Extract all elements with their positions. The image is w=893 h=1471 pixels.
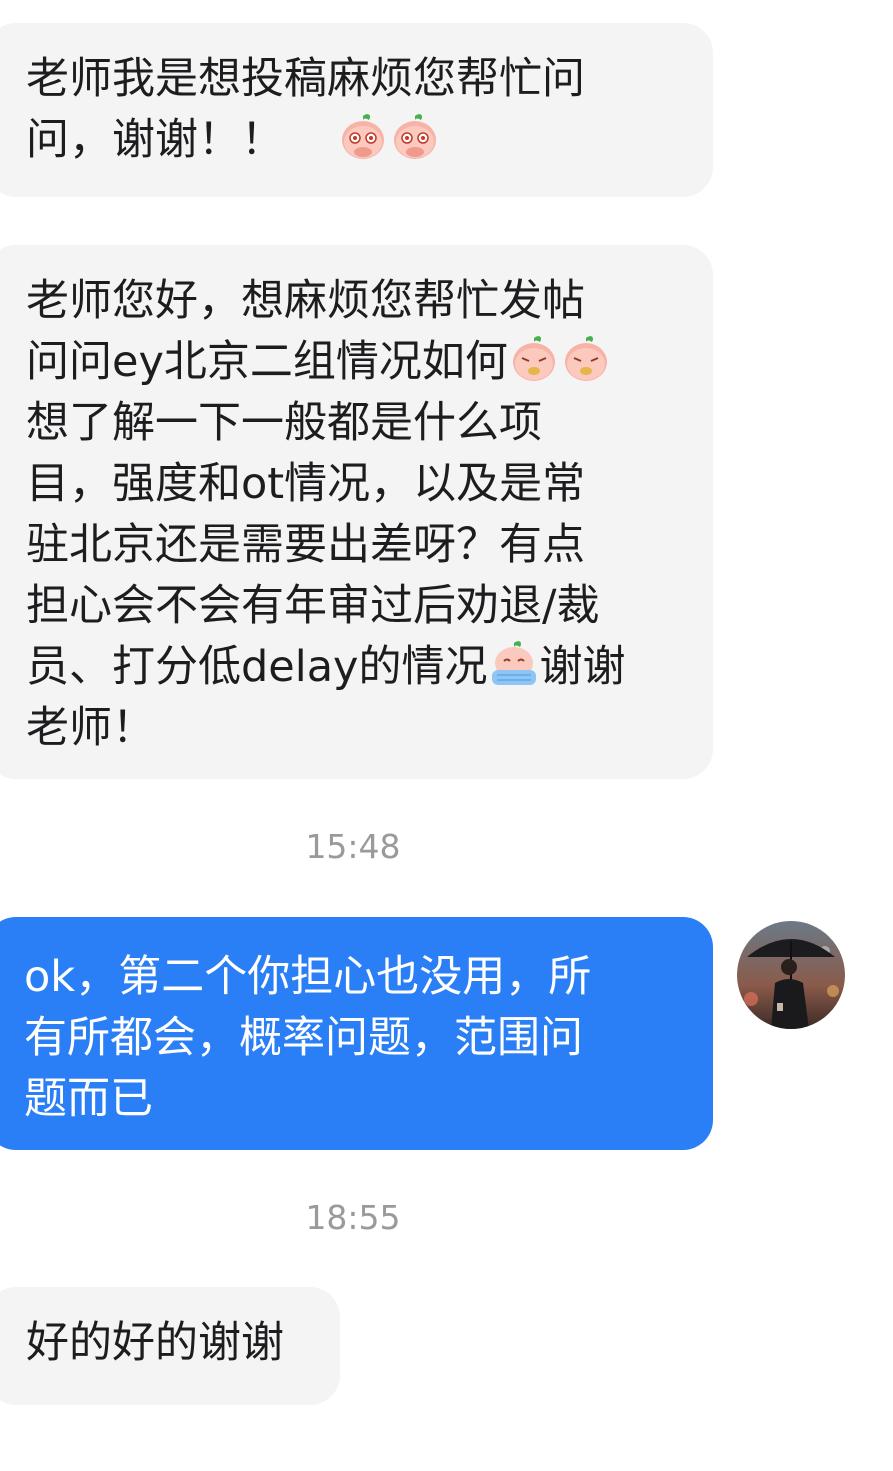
incoming-message-bubble[interactable]: 好的好的谢谢 <box>0 1287 340 1405</box>
message-timestamp: 18:55 <box>305 1198 401 1237</box>
peach-pleading-sticker-icon <box>342 114 385 159</box>
message-line: 好的好的谢谢 <box>26 1318 284 1368</box>
peach-crying-sticker-icon <box>491 641 536 685</box>
message-timestamp: 15:48 <box>305 827 401 866</box>
user-avatar[interactable] <box>737 921 845 1029</box>
message-line: 题而已 <box>24 1074 153 1124</box>
message-line: 老师！ <box>26 703 155 753</box>
message-line: 驻北京还是需要出差呀？有点 <box>26 520 585 570</box>
outgoing-message-bubble[interactable]: ok，第二个你担心也没用，所 有所都会，概率问题，范围问 题而已 <box>0 917 713 1150</box>
message-line: 员、打分低delay的情况 谢谢 <box>26 637 677 698</box>
message-line: 有所都会，概率问题，范围问 <box>24 1013 583 1063</box>
message-line: 老师您好，想麻烦您帮忙发帖 <box>26 276 585 326</box>
message-line: 目，强度和ot情况，以及是常 <box>26 459 586 509</box>
message-line: 问，谢谢！！ <box>26 110 677 171</box>
message-text: 员、打分低delay的情况 <box>26 642 488 692</box>
incoming-message-bubble[interactable]: 老师您好，想麻烦您帮忙发帖 问问ey北京二组情况如何 想了解一下一般都是什么项 … <box>0 245 713 779</box>
incoming-message-bubble[interactable]: 老师我是想投稿麻烦您帮忙问 问，谢谢！！ <box>0 23 713 197</box>
peach-embarrassed-sticker-icon <box>564 336 607 381</box>
peach-pleading-sticker-icon <box>394 114 437 159</box>
message-line: ok，第二个你担心也没用，所 <box>24 952 592 1002</box>
man-with-umbrella-avatar-icon <box>737 921 845 1029</box>
message-line: 想了解一下一般都是什么项 <box>26 398 542 448</box>
message-text: 问，谢谢！！ <box>26 115 284 165</box>
message-line: 问问ey北京二组情况如何 <box>26 332 677 393</box>
message-line: 担心会不会有年审过后劝退/裁 <box>26 581 600 631</box>
message-text: 问问ey北京二组情况如何 <box>26 337 508 387</box>
message-text: 谢谢 <box>539 642 626 692</box>
message-line: 老师我是想投稿麻烦您帮忙问 <box>26 54 585 104</box>
peach-embarrassed-sticker-icon <box>512 336 555 381</box>
chat-view: 老师我是想投稿麻烦您帮忙问 问，谢谢！！ 老师您好，想麻烦您帮忙发帖 问问ey北… <box>0 0 893 1471</box>
